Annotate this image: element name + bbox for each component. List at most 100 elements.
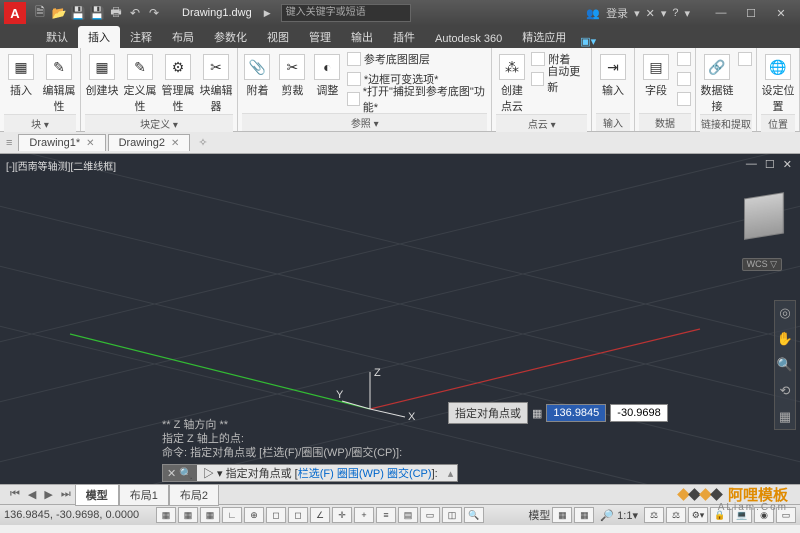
dyn-input-y[interactable]: -30.9698: [610, 404, 667, 422]
sb-sc-icon[interactable]: ◫: [442, 507, 462, 523]
coordinates-readout[interactable]: 136.9845, -30.9698, 0.0000: [4, 509, 154, 521]
tab-plugins[interactable]: 插件: [383, 26, 425, 48]
vp-close-icon[interactable]: ✕: [783, 158, 792, 171]
sb-dyn-icon[interactable]: +: [354, 507, 374, 523]
panel-title-ref[interactable]: 参照 ▾: [242, 113, 487, 131]
sb-lwt-icon[interactable]: ≡: [376, 507, 396, 523]
qat-saveas-icon[interactable]: 💾: [89, 5, 105, 21]
tab-layout1[interactable]: 布局1: [119, 484, 169, 506]
btn-edit-attr[interactable]: ✎编辑属性: [42, 50, 76, 114]
cmdline-expand-icon[interactable]: ▴: [444, 467, 458, 480]
sb-grid-icon[interactable]: ▦: [200, 507, 220, 523]
qat-redo-icon[interactable]: ↷: [146, 5, 162, 21]
signin-dropdown-icon[interactable]: ▾: [634, 7, 640, 20]
cmdline-handle[interactable]: ✕ 🔍: [163, 465, 197, 481]
vp-minimize-icon[interactable]: —: [746, 158, 757, 171]
app-logo[interactable]: A: [4, 2, 26, 24]
sb-osnap-icon[interactable]: ◻: [266, 507, 286, 523]
row-underlay-layers[interactable]: 参考底图图层: [347, 50, 488, 68]
maximize-button[interactable]: ☐: [736, 3, 766, 23]
sb-qv-layouts-icon[interactable]: ▦: [552, 507, 572, 523]
panel-title-pc[interactable]: 点云 ▾: [496, 114, 587, 132]
sb-otrack-icon[interactable]: ∠: [310, 507, 330, 523]
sb-annovis-icon[interactable]: ⚖: [644, 507, 664, 523]
btn-set-location[interactable]: 🌐设定位置: [761, 50, 795, 114]
tab-model[interactable]: 模型: [75, 484, 119, 506]
tab-featured[interactable]: 精选应用: [512, 26, 576, 48]
sb-am-icon[interactable]: 🔍: [464, 507, 484, 523]
nav-zoom-icon[interactable]: 🔍: [777, 357, 793, 373]
tab-first-icon[interactable]: ⏮: [6, 488, 24, 501]
sb-qv-drawings-icon[interactable]: ▦: [574, 507, 594, 523]
wcs-indicator[interactable]: WCS ▽: [742, 258, 782, 271]
help-dropdown-icon[interactable]: ▾: [661, 7, 667, 20]
sb-snap-icon[interactable]: ▦: [178, 507, 198, 523]
btn-block-editor[interactable]: ✂块编辑器: [199, 50, 233, 114]
tab-parametric[interactable]: 参数化: [204, 26, 257, 48]
tab-a360[interactable]: Autodesk 360: [425, 30, 512, 48]
title-dropdown-icon[interactable]: ▶: [264, 8, 271, 19]
filetab-add-icon[interactable]: ✧: [198, 136, 207, 149]
close-icon[interactable]: ✕: [171, 138, 179, 149]
filetab-drawing1[interactable]: Drawing1*✕: [18, 134, 105, 151]
row-pc-autoupdate[interactable]: 自动更新: [531, 70, 587, 88]
close-icon[interactable]: ✕: [86, 138, 94, 149]
sb-tpy-icon[interactable]: ▤: [398, 507, 418, 523]
sb-annoscale[interactable]: 🔎 1:1▾: [596, 509, 642, 522]
sb-ws-icon[interactable]: ⚙▾: [688, 507, 708, 523]
nav-wheel-icon[interactable]: ◎: [779, 305, 790, 321]
tab-layout2[interactable]: 布局2: [169, 484, 219, 506]
btn-adjust[interactable]: ◐调整: [312, 50, 343, 98]
viewport-label[interactable]: [-][西南等轴测][二维线框]: [6, 158, 116, 173]
signin-button[interactable]: 登录: [606, 5, 628, 21]
qat-undo-icon[interactable]: ↶: [127, 5, 143, 21]
btn-manage-attr[interactable]: ⚙管理属性: [161, 50, 195, 114]
help-icon[interactable]: ?: [672, 7, 678, 19]
panel-title-block[interactable]: 块 ▾: [4, 114, 76, 132]
vp-maximize-icon[interactable]: ☐: [765, 158, 775, 171]
btn-create-block[interactable]: ▦创建块: [85, 50, 119, 98]
qat-save-icon[interactable]: 💾: [70, 5, 86, 21]
btn-insert-block[interactable]: ▦插入: [4, 50, 38, 98]
sb-ducs-icon[interactable]: ✛: [332, 507, 352, 523]
close-button[interactable]: ✕: [766, 3, 796, 23]
exchange-icon[interactable]: ✕: [646, 7, 655, 20]
dyn-input-x[interactable]: 136.9845: [546, 404, 606, 422]
tab-apps-icon[interactable]: ▣▾: [580, 35, 596, 48]
viewcube[interactable]: [744, 192, 784, 240]
dyn-input-options-icon[interactable]: ▦: [532, 407, 542, 420]
qat-open-icon[interactable]: 📂: [51, 5, 67, 21]
sb-ortho-icon[interactable]: ∟: [222, 507, 242, 523]
tab-view[interactable]: 视图: [257, 26, 299, 48]
tab-manage[interactable]: 管理: [299, 26, 341, 48]
tab-default[interactable]: 默认: [36, 26, 78, 48]
btn-create-pointcloud[interactable]: ⁂创建点云: [496, 50, 527, 114]
sb-modelspace[interactable]: 模型: [528, 507, 550, 523]
tab-output[interactable]: 输出: [341, 26, 383, 48]
btn-def-attr[interactable]: ✎定义属性: [123, 50, 157, 114]
sb-qp-icon[interactable]: ▭: [420, 507, 440, 523]
sb-infer-icon[interactable]: ▦: [156, 507, 176, 523]
tab-last-icon[interactable]: ⏭: [57, 488, 75, 501]
command-line[interactable]: ✕ 🔍 ▷ ▾ 指定对角点或 [栏选(F) 圈围(WP) 圈交(CP)]: ▴: [162, 464, 458, 482]
btn-attach[interactable]: 📎附着: [242, 50, 273, 98]
nav-orbit-icon[interactable]: ⟲: [780, 383, 791, 399]
nav-pan-icon[interactable]: ✋: [777, 331, 793, 347]
signin-icon[interactable]: 👥: [586, 7, 600, 20]
tab-insert[interactable]: 插入: [78, 26, 120, 48]
drawing-viewport[interactable]: X Y Z [-][西南等轴测][二维线框] — ☐ ✕ WCS ▽ ◎ ✋ 🔍…: [0, 154, 800, 484]
btn-field[interactable]: ▤字段: [639, 50, 673, 98]
nav-showmotion-icon[interactable]: ▦: [779, 409, 791, 425]
help-caret-icon[interactable]: ▾: [684, 7, 690, 20]
row-snap-underlay[interactable]: *打开"捕捉到参考底图"功能*: [347, 90, 488, 108]
qat-new-icon[interactable]: 🗎: [32, 5, 48, 21]
sb-3dosnap-icon[interactable]: ◻: [288, 507, 308, 523]
tab-layout[interactable]: 布局: [162, 26, 204, 48]
panel-title-blockdef[interactable]: 块定义 ▾: [85, 114, 233, 132]
filetab-drawing2[interactable]: Drawing2✕: [108, 134, 191, 151]
btn-clip[interactable]: ✂剪裁: [277, 50, 308, 98]
filetabs-menu-icon[interactable]: ≡: [6, 137, 12, 149]
btn-import[interactable]: ⇥输入: [596, 50, 630, 98]
tab-prev-icon[interactable]: ◀: [24, 488, 40, 501]
help-search-input[interactable]: 键入关键字或短语: [281, 4, 411, 22]
